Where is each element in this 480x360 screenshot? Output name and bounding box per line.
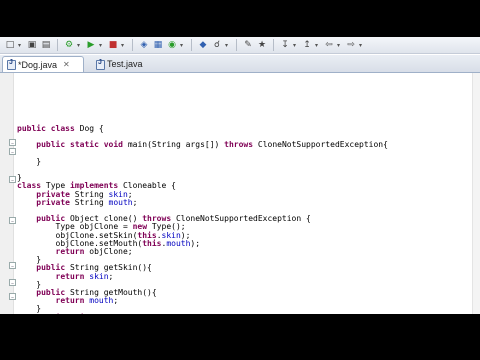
open-type-icon[interactable]: ◆: [197, 39, 209, 51]
chevron-down-icon[interactable]: ▾: [315, 42, 321, 49]
chevron-down-icon[interactable]: ▾: [99, 42, 105, 49]
toolbar-separator: [191, 39, 192, 51]
back-icon[interactable]: ⇦: [323, 39, 335, 51]
fold-toggle-icon[interactable]: –: [9, 279, 16, 287]
stop-icon[interactable]: ■: [107, 39, 119, 51]
fold-toggle-icon[interactable]: –: [9, 139, 16, 147]
tab-label: *Dog.java: [18, 59, 58, 70]
java-file-icon: [7, 59, 16, 70]
overview-ruler[interactable]: [472, 73, 480, 314]
prev-annotation-icon[interactable]: ↥: [301, 39, 313, 51]
toggle-mark-icon[interactable]: ✎: [242, 39, 254, 51]
toolbar-separator: [273, 39, 274, 51]
tab-test-java[interactable]: Test.java: [92, 56, 162, 72]
run-icon[interactable]: ▶: [85, 39, 97, 51]
chevron-down-icon[interactable]: ▾: [225, 42, 231, 49]
chevron-down-icon[interactable]: ▾: [359, 42, 365, 49]
code-editor[interactable]: public class Dog { public static void ma…: [17, 73, 480, 314]
fold-toggle-icon[interactable]: –: [9, 148, 16, 156]
tab-dog-java[interactable]: *Dog.java ✕: [2, 56, 84, 72]
eclipse-window: □ ▾ ▣ ▤ ⚙ ▾ ▶ ▾ ■ ▾ ◈ ▦ ◉ ▾ ◆ ☌ ▾ ✎ ★ ↧ …: [0, 37, 480, 314]
search-icon[interactable]: ☌: [211, 39, 223, 51]
debug-icon[interactable]: ⚙: [63, 39, 75, 51]
chevron-down-icon[interactable]: ▾: [77, 42, 83, 49]
toolbar-separator: [236, 39, 237, 51]
next-annotation-icon[interactable]: ↧: [279, 39, 291, 51]
new-file-icon[interactable]: □: [4, 39, 16, 51]
fold-toggle-icon[interactable]: –: [9, 262, 16, 270]
forward-icon[interactable]: ⇨: [345, 39, 357, 51]
chevron-down-icon[interactable]: ▾: [337, 42, 343, 49]
fold-toggle-icon[interactable]: –: [9, 176, 16, 184]
fold-toggle-icon[interactable]: –: [9, 217, 16, 225]
chevron-down-icon[interactable]: ▾: [293, 42, 299, 49]
code-text: public void setSkin(String skin){: [17, 313, 195, 314]
chevron-down-icon[interactable]: ▾: [121, 42, 127, 49]
editor-tab-bar: *Dog.java ✕ Test.java: [0, 55, 480, 73]
main-toolbar: □ ▾ ▣ ▤ ⚙ ▾ ▶ ▾ ■ ▾ ◈ ▦ ◉ ▾ ◆ ☌ ▾ ✎ ★ ↧ …: [0, 37, 480, 54]
toolbar-separator: [132, 39, 133, 51]
tab-label: Test.java: [107, 59, 143, 69]
java-file-icon: [96, 59, 105, 70]
chevron-down-icon[interactable]: ▾: [18, 42, 24, 49]
toolbar-separator: [57, 39, 58, 51]
print-icon[interactable]: ▤: [40, 39, 52, 51]
fold-toggle-icon[interactable]: –: [9, 293, 16, 301]
new-java-project-icon[interactable]: ◈: [138, 39, 150, 51]
save-icon[interactable]: ▣: [26, 39, 38, 51]
annotation-icon[interactable]: ★: [256, 39, 268, 51]
code-line[interactable]: public void setSkin(String skin){: [17, 313, 477, 314]
new-package-icon[interactable]: ▦: [152, 39, 164, 51]
close-icon[interactable]: ✕: [63, 60, 70, 69]
new-class-icon[interactable]: ◉: [166, 39, 178, 51]
chevron-down-icon[interactable]: ▾: [180, 42, 186, 49]
editor-gutter[interactable]: [0, 73, 14, 314]
